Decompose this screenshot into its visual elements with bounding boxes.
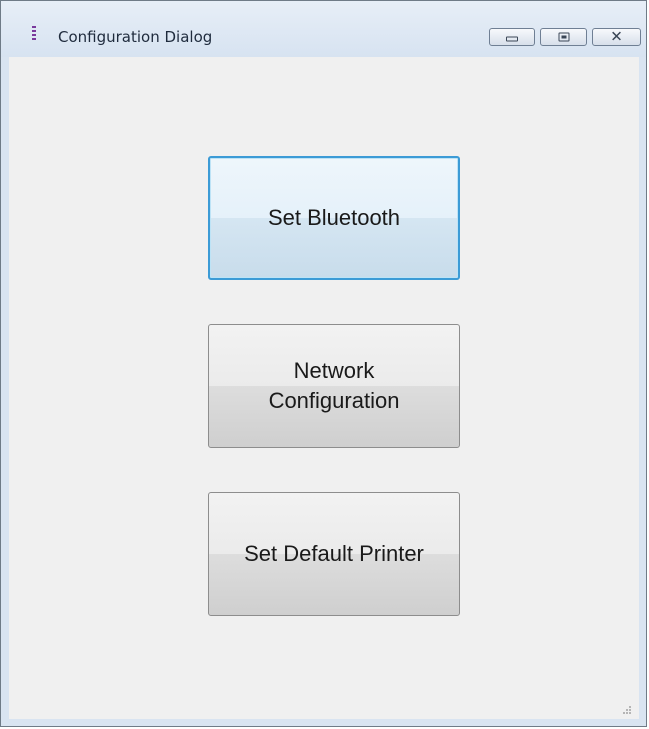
close-button[interactable]: ✕ bbox=[592, 28, 641, 46]
window-title: Configuration Dialog bbox=[58, 28, 213, 46]
set-bluetooth-button[interactable]: Set Bluetooth bbox=[208, 156, 460, 280]
dialog-window: Configuration Dialog ✕ Set Bluetooth Net… bbox=[0, 0, 647, 727]
maximize-button[interactable] bbox=[540, 28, 587, 46]
dialog-client-area: Set Bluetooth Network Configuration Set … bbox=[9, 57, 639, 719]
resize-grip-icon[interactable] bbox=[623, 706, 631, 714]
app-icon[interactable] bbox=[32, 26, 37, 43]
set-bluetooth-label: Set Bluetooth bbox=[267, 205, 401, 230]
minimize-button[interactable] bbox=[489, 28, 535, 46]
minimize-icon bbox=[506, 36, 518, 42]
network-configuration-button[interactable]: Network Configuration bbox=[208, 324, 460, 448]
title-bar[interactable]: Configuration Dialog ✕ bbox=[1, 1, 646, 57]
set-default-printer-label: Set Default Printer bbox=[244, 541, 424, 566]
close-icon: ✕ bbox=[610, 27, 623, 46]
network-configuration-label: Network Configuration bbox=[268, 358, 400, 413]
caption-buttons: ✕ bbox=[489, 28, 641, 48]
set-default-printer-button[interactable]: Set Default Printer bbox=[208, 492, 460, 616]
maximize-icon bbox=[558, 32, 569, 42]
